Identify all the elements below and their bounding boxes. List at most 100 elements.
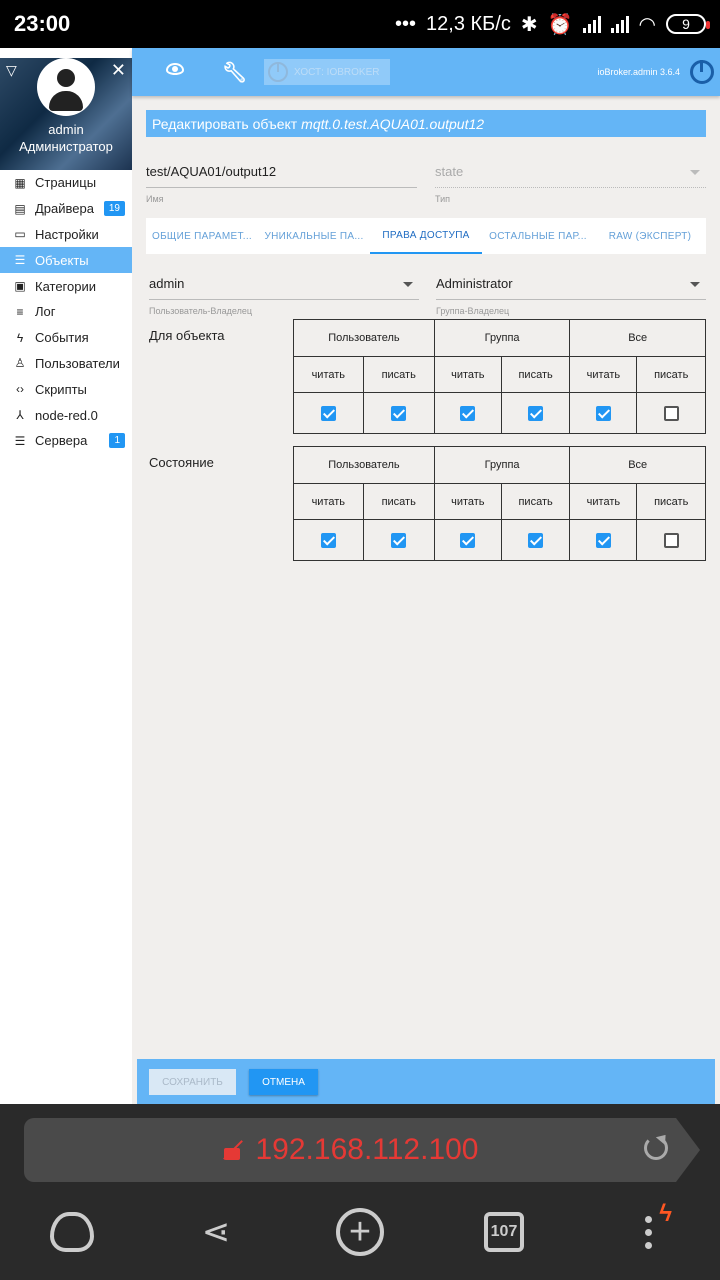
category-icon: ▣ [14,279,26,294]
new-tab-button[interactable]: + [330,1204,390,1260]
checkbox-object-user-read[interactable] [320,405,336,421]
sidebar-item-objects[interactable]: ☰ Объекты [0,247,132,274]
share-button[interactable]: ⋖ [186,1204,246,1260]
sub-write: писать [636,356,706,393]
tabs-count: 107 [484,1212,524,1252]
sub-write: писать [362,483,435,520]
user-icon: ♙ [14,356,26,371]
reload-icon[interactable] [644,1136,668,1160]
user-role: Администратор [19,139,113,154]
tab-common[interactable]: УНИКАЛЬНЫЕ ПА... [258,218,370,254]
list-icon: ☰ [14,253,26,268]
checkbox-state-user-read[interactable] [320,532,336,548]
sidebar-item-drivers[interactable]: ▤ Драйвера 19 [0,196,132,222]
checkbox-object-user-write[interactable] [391,405,407,421]
checkbox-state-group-write[interactable] [528,532,544,548]
eye-icon[interactable] [166,63,184,75]
user-header: ▽ ✕ admin Администратор [0,58,132,170]
wrench-icon[interactable]: 🔧︎ [222,60,247,85]
type-label: Тип [435,194,451,204]
sub-write: писать [500,483,571,520]
plus-icon: + [336,1208,384,1256]
insecure-lock-icon [222,1140,242,1160]
tab-raw[interactable]: RAW (ЭКСПЕРТ) [594,218,706,254]
servers-badge: 1 [109,433,125,449]
share-icon: ⋖ [201,1213,231,1251]
cancel-button[interactable]: ОТМЕНА [249,1069,318,1095]
sub-read: читать [433,483,502,520]
more-icon [644,1215,652,1249]
col-all: Все [569,319,706,357]
node-red-icon: ⅄ [16,408,24,423]
clock: 23:00 [14,11,71,36]
network-speed: 12,3 КБ/с [426,12,511,35]
state-permissions-table: Пользователь Группа Все читать писать чи… [293,446,706,561]
owner-group-value: Administrator [436,276,706,300]
type-select[interactable]: state Тип [435,164,706,204]
sidebar-item-log[interactable]: ≡ Лог [0,299,132,325]
tab-other[interactable]: ОСТАЛЬНЫЕ ПАР... [482,218,594,254]
save-button[interactable]: СОХРАНИТЬ [149,1069,236,1095]
code-icon: ‹› [16,382,24,397]
type-value: state [435,164,706,188]
url-display: 192.168.112.100 [222,1133,479,1167]
home-button[interactable] [42,1204,102,1260]
sub-write: писать [500,356,571,393]
servers-icon: ☰ [14,433,26,448]
sub-read: читать [569,483,638,520]
owner-group-select[interactable]: Administrator Группа-Владелец [436,276,706,316]
sidebar-menu: ▦ Страницы ▤ Драйвера 19 ▭ Настройки ☰ Объект… [0,170,132,454]
sidebar-item-users[interactable]: ♙ Пользователи [0,351,132,377]
sub-read: читать [293,356,364,393]
sidebar-item-label: Настройки [35,226,99,242]
col-all: Все [569,446,706,484]
sub-read: читать [433,356,502,393]
sidebar: ▽ ✕ admin Администратор ▦ Страницы ▤ Драйв… [0,48,132,1104]
tab-permissions[interactable]: ПРАВА ДОСТУПА [370,218,482,254]
sidebar-item-categories[interactable]: ▣ Категории [0,273,132,299]
tab-general[interactable]: ОБЩИЕ ПАРАМЕТ... [146,218,258,254]
checkbox-object-group-write[interactable] [528,405,544,421]
checkbox-object-all-write[interactable] [663,405,679,421]
chevron-down-icon [690,170,700,175]
owner-user-value: admin [149,276,419,300]
dialog-actions: СОХРАНИТЬ ОТМЕНА [137,1059,715,1104]
version-label: ioBroker.admin 3.6.4 [597,67,680,77]
sidebar-item-pages[interactable]: ▦ Страницы [0,170,132,196]
status-icons: ••• 12,3 КБ/с ✱ ⏰ ◠ 9 [395,12,710,37]
sidebar-item-label: Лог [35,304,56,320]
sidebar-item-node-red[interactable]: ⅄ node-red.0 [0,402,132,428]
checkbox-object-all-read[interactable] [595,405,611,421]
section-state-label: Состояние [149,455,214,470]
more-button[interactable]: ϟ [618,1200,678,1260]
host-label: ХОСТ: IOBROKER [294,66,380,78]
power-icon[interactable] [690,60,714,84]
sidebar-item-scripts[interactable]: ‹› Скрипты [0,376,132,402]
sidebar-item-settings[interactable]: ▭ Настройки [0,222,132,248]
host-selector[interactable]: ХОСТ: IOBROKER [264,59,390,85]
sidebar-item-label: Объекты [35,252,89,268]
close-icon[interactable]: ✕ [111,60,126,81]
bolt-icon: ϟ [659,1200,672,1227]
owner-group-label: Группа-Владелец [436,306,510,316]
object-editor: Редактировать объект mqtt.0.test.AQUA01.… [132,96,720,1104]
sidebar-item-servers[interactable]: ☰ Сервера 1 [0,428,132,454]
tabs-button[interactable]: 107 [474,1204,534,1260]
menu-toggle-icon[interactable]: ▽ [6,62,17,79]
address-bar[interactable]: 192.168.112.100 [24,1118,700,1182]
checkbox-state-group-read[interactable] [460,532,476,548]
checkbox-state-user-write[interactable] [391,532,407,548]
checkbox-state-all-write[interactable] [663,532,679,548]
sidebar-item-label: Категории [35,278,96,294]
chevron-down-icon [690,282,700,287]
checkbox-state-all-read[interactable] [595,532,611,548]
checkbox-object-group-read[interactable] [460,405,476,421]
chevron-down-icon [403,282,413,287]
name-field[interactable]: test/AQUA01/output12 Имя [146,164,417,204]
sidebar-item-events[interactable]: ϟ События [0,325,132,351]
state-checks-row [293,519,706,561]
owner-user-select[interactable]: admin Пользователь-Владелец [149,276,419,316]
sidebar-item-label: События [35,330,89,346]
settings-icon: ▭ [14,227,26,242]
status-bar: 23:00 ••• 12,3 КБ/с ✱ ⏰ ◠ 9 [0,0,720,48]
